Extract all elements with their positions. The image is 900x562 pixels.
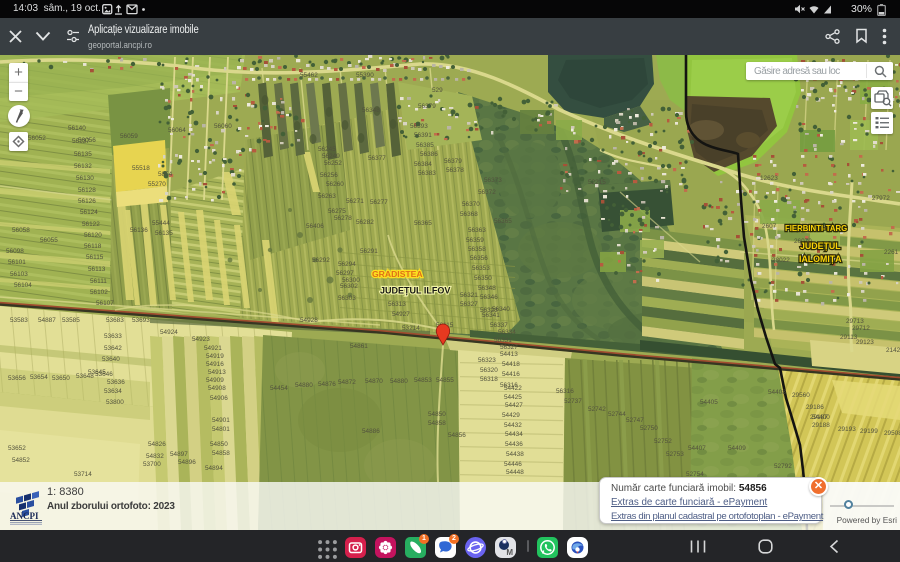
svg-text:ANCPI: ANCPI <box>10 511 39 521</box>
